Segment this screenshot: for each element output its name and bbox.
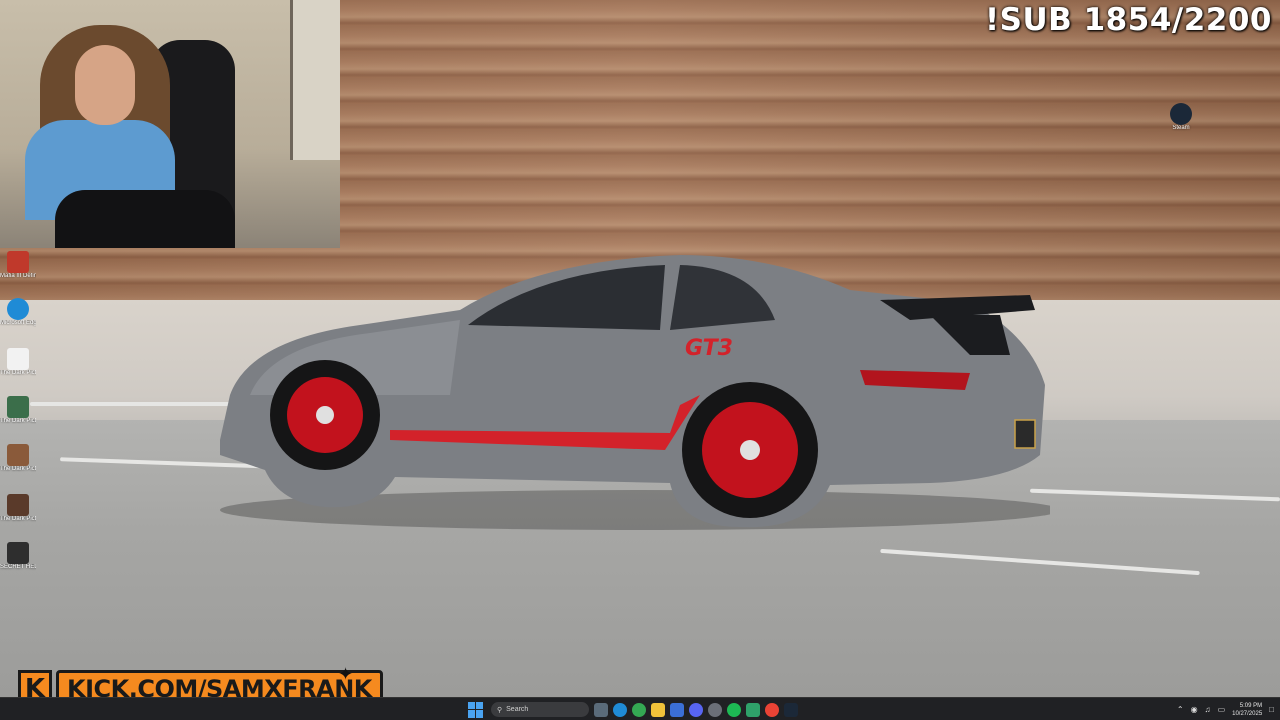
start-icon[interactable]: [466, 701, 486, 718]
game-icon: [7, 494, 29, 516]
chrome-icon[interactable]: [632, 702, 646, 717]
desktop-icon-game-2[interactable]: The Dark Pictures A...: [0, 444, 36, 473]
porsche-gt3-car: GT3: [220, 255, 1050, 530]
widgets-icon[interactable]: [594, 702, 608, 717]
desktop-icon-mafia[interactable]: Mafia III Definiti...: [0, 251, 36, 280]
clock[interactable]: 5:09 PM 10/27/2025: [1232, 702, 1262, 718]
game-icon: [7, 444, 29, 466]
steam-icon[interactable]: [784, 702, 798, 717]
mafia-icon: [7, 251, 29, 273]
spotify-icon[interactable]: [727, 702, 741, 717]
search-icon: ⚲: [497, 706, 503, 714]
desktop-icon-game-3[interactable]: The Dark Pictures A...: [0, 494, 36, 523]
document-icon: [7, 348, 29, 370]
edge-icon: [7, 298, 29, 320]
desktop-icon-document[interactable]: The Dark Pictures An...: [0, 348, 36, 377]
webcam-overlay: [0, 0, 340, 248]
chrome-icon[interactable]: [765, 702, 779, 717]
taskbar: ⚲ Search ⌃ ◉ ♫ ▭ 5:09 PM 10/27/2025 □: [0, 697, 1280, 720]
battery-icon[interactable]: ▭: [1218, 705, 1226, 714]
bat-icon: ✦: [338, 664, 354, 684]
edge-icon[interactable]: [613, 702, 627, 717]
notifications-icon[interactable]: □: [1269, 705, 1274, 714]
settings-icon[interactable]: [708, 702, 722, 717]
app-icon[interactable]: [746, 702, 760, 717]
sub-goal-counter: !SUB 1854/2200: [985, 2, 1272, 38]
game-icon: [7, 542, 29, 564]
file-explorer-icon[interactable]: [651, 702, 665, 717]
game-icon: [7, 396, 29, 418]
discord-icon[interactable]: [689, 702, 703, 717]
store-icon[interactable]: [670, 702, 684, 717]
chevron-up-icon[interactable]: ⌃: [1177, 705, 1184, 714]
desktop-icon-secret-hell[interactable]: SECRET HELL 2: [0, 542, 36, 571]
network-icon[interactable]: ◉: [1191, 705, 1198, 714]
volume-icon[interactable]: ♫: [1205, 705, 1211, 714]
taskbar-search[interactable]: ⚲ Search: [491, 702, 589, 717]
gt3-badge: GT3: [685, 336, 733, 361]
desktop-icon-edge[interactable]: Microsoft Edge: [0, 298, 36, 327]
streamer-face: [75, 45, 135, 125]
desktop-icon-game-1[interactable]: The Dark Pictures An...: [0, 396, 36, 425]
desktop-icon-steam[interactable]: Steam: [1163, 103, 1199, 132]
steam-icon: [1170, 103, 1192, 125]
